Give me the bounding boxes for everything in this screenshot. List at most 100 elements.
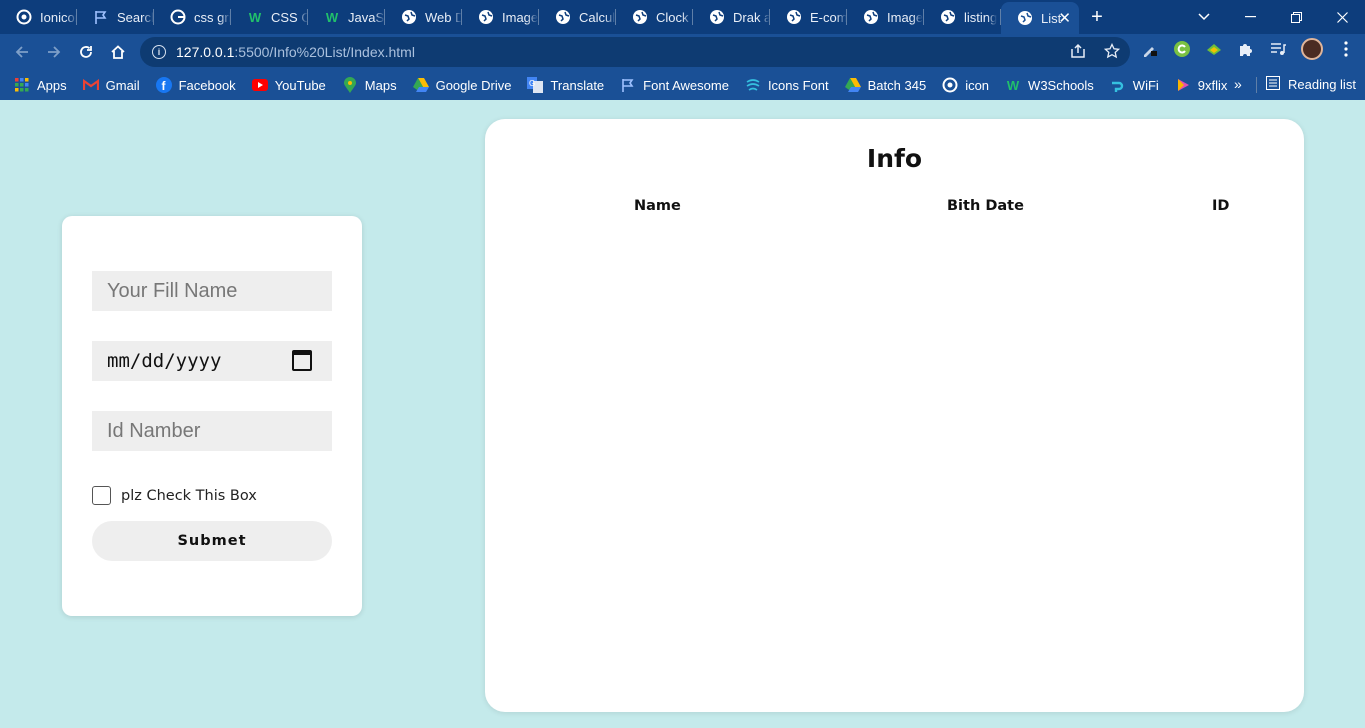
profile-avatar[interactable] (1301, 38, 1323, 60)
submit-button[interactable]: Submet (92, 521, 332, 561)
bookmark-label: Maps (364, 77, 397, 93)
bookmark-google-drive[interactable]: Google Drive (412, 77, 512, 93)
url-path: :5500/Info%20List/Index.html (234, 44, 415, 60)
more-bookmarks-icon[interactable]: » (1234, 76, 1242, 92)
bookmark-label: YouTube (274, 77, 326, 93)
id-number-input[interactable] (92, 411, 332, 451)
bookmark-label: icon (965, 77, 990, 93)
tab-label: E-comm (810, 9, 847, 25)
bookmark-label: Translate (550, 77, 605, 93)
bookmark-facebook[interactable]: f Facebook (155, 77, 236, 93)
tab-search-chevron-icon[interactable] (1181, 0, 1227, 34)
vpn-extension-icon[interactable] (1205, 40, 1223, 58)
tab-label: Image (887, 9, 924, 25)
info-list-card: Info Name Bith Date ID (485, 119, 1304, 712)
tab-css-grid-search[interactable]: css grid (154, 0, 231, 34)
bookmark-youtube[interactable]: YouTube (251, 77, 326, 93)
grammarly-extension-icon[interactable] (1173, 40, 1191, 58)
bookmark-label: Facebook (178, 77, 236, 93)
browser-toolbar: i 127.0.0.1:5500/Info%20List/Index.html (0, 34, 1365, 70)
ionicons-favicon-icon (942, 77, 958, 93)
globe-icon (555, 9, 571, 25)
ionicons-favicon-icon (16, 9, 32, 25)
bookmark-star-icon[interactable] (1103, 42, 1121, 63)
maps-pin-icon (342, 77, 358, 93)
tab-strip: Ionicons Search css grid W CSS Grid W Java… (0, 0, 1365, 34)
name-input[interactable] (92, 271, 332, 311)
bookmark-label: Google Drive (435, 77, 512, 93)
globe-icon (709, 9, 725, 25)
bookmark-icons-font[interactable]: Icons Font (745, 77, 829, 93)
tab-list-active[interactable]: List ✕ (1001, 2, 1079, 34)
share-icon[interactable] (1070, 43, 1086, 63)
bookmark-w3schools[interactable]: W W3Schools (1005, 77, 1094, 93)
globe-icon (863, 9, 879, 25)
tab-web-dev[interactable]: Web Dev (385, 0, 462, 34)
forward-button[interactable] (38, 36, 70, 68)
confirm-checkbox-row: plz Check This Box (92, 486, 257, 505)
bookmark-icon[interactable]: icon (942, 77, 989, 93)
bookmark-apps[interactable]: Apps (14, 77, 67, 93)
bookmark-label: Batch 345 (867, 77, 927, 93)
tab-image[interactable]: Image (462, 0, 539, 34)
restore-button[interactable] (1273, 0, 1319, 34)
address-bar[interactable]: i 127.0.0.1:5500/Info%20List/Index.html (140, 37, 1130, 67)
bookmarks-divider (1256, 77, 1257, 93)
bookmark-wifi[interactable]: WiFi (1110, 77, 1159, 93)
tab-clock[interactable]: Clock P (616, 0, 693, 34)
flag-icon (93, 9, 109, 25)
tab-css-grid[interactable]: W CSS Grid (231, 0, 308, 34)
tab-javascript[interactable]: W JavaScript (308, 0, 385, 34)
home-button[interactable] (102, 36, 134, 68)
tab-label: Search (117, 9, 154, 25)
globe-icon (478, 9, 494, 25)
close-tab-icon[interactable]: ✕ (1058, 9, 1071, 27)
extensions-puzzle-icon[interactable] (1237, 40, 1255, 58)
tab-label: Calculator (579, 9, 616, 25)
close-window-button[interactable] (1319, 0, 1365, 34)
tab-e-commerce[interactable]: E-comm (770, 0, 847, 34)
tab-ionicons[interactable]: Ionicons (0, 0, 77, 34)
color-picker-extension-icon[interactable] (1141, 40, 1159, 58)
entry-form-card: mm/dd/yyyy plz Check This Box Submet (62, 216, 362, 616)
bookmark-gmail[interactable]: Gmail (82, 77, 140, 93)
calendar-icon[interactable] (292, 350, 312, 371)
bookmark-font-awesome[interactable]: Font Awesome (620, 77, 729, 93)
back-button[interactable] (6, 36, 38, 68)
new-tab-button[interactable]: + (1079, 0, 1115, 34)
tab-listing[interactable]: listing (924, 0, 1001, 34)
reload-button[interactable] (70, 36, 102, 68)
tab-label: CSS Grid (271, 9, 308, 25)
minimize-button[interactable] (1227, 0, 1273, 34)
site-info-icon[interactable]: i (152, 45, 166, 59)
browser-menu-icon[interactable] (1337, 40, 1355, 58)
reading-list-button[interactable]: Reading list (1266, 76, 1356, 93)
birth-date-input[interactable]: mm/dd/yyyy (92, 341, 332, 381)
bookmark-label: WiFi (1132, 77, 1159, 93)
translate-icon: G (527, 77, 544, 93)
media-control-icon[interactable] (1269, 40, 1287, 58)
bookmark-translate[interactable]: G Translate (527, 77, 604, 93)
bookmark-label: Gmail (105, 77, 140, 93)
bookmark-label: 9xflix (1197, 77, 1228, 93)
reading-list-icon (1266, 76, 1280, 93)
column-header-birth-date: Bith Date (947, 198, 1024, 214)
w3schools-icon: W (325, 9, 339, 25)
bookmark-label: Apps (37, 77, 67, 93)
icons-font-icon (745, 77, 761, 93)
tab-label: Web Dev (425, 9, 462, 25)
tab-calculator[interactable]: Calculator (539, 0, 616, 34)
tab-label: css grid (194, 9, 231, 25)
column-header-name: Name (634, 198, 681, 214)
gmail-icon (82, 77, 99, 93)
tab-search[interactable]: Search (77, 0, 154, 34)
confirm-checkbox[interactable] (92, 486, 111, 505)
tab-image-2[interactable]: Image (847, 0, 924, 34)
tab-drag-and-drop[interactable]: Drak and (693, 0, 770, 34)
info-title: Info (866, 144, 923, 173)
google-icon (170, 9, 186, 25)
bookmark-9xflix[interactable]: 9xflix (1175, 77, 1228, 93)
bookmark-batch-345[interactable]: Batch 345 (844, 77, 927, 93)
bookmarks-bar: Apps Gmail f Facebook YouTube Maps Google… (0, 70, 1365, 100)
bookmark-maps[interactable]: Maps (342, 77, 397, 93)
